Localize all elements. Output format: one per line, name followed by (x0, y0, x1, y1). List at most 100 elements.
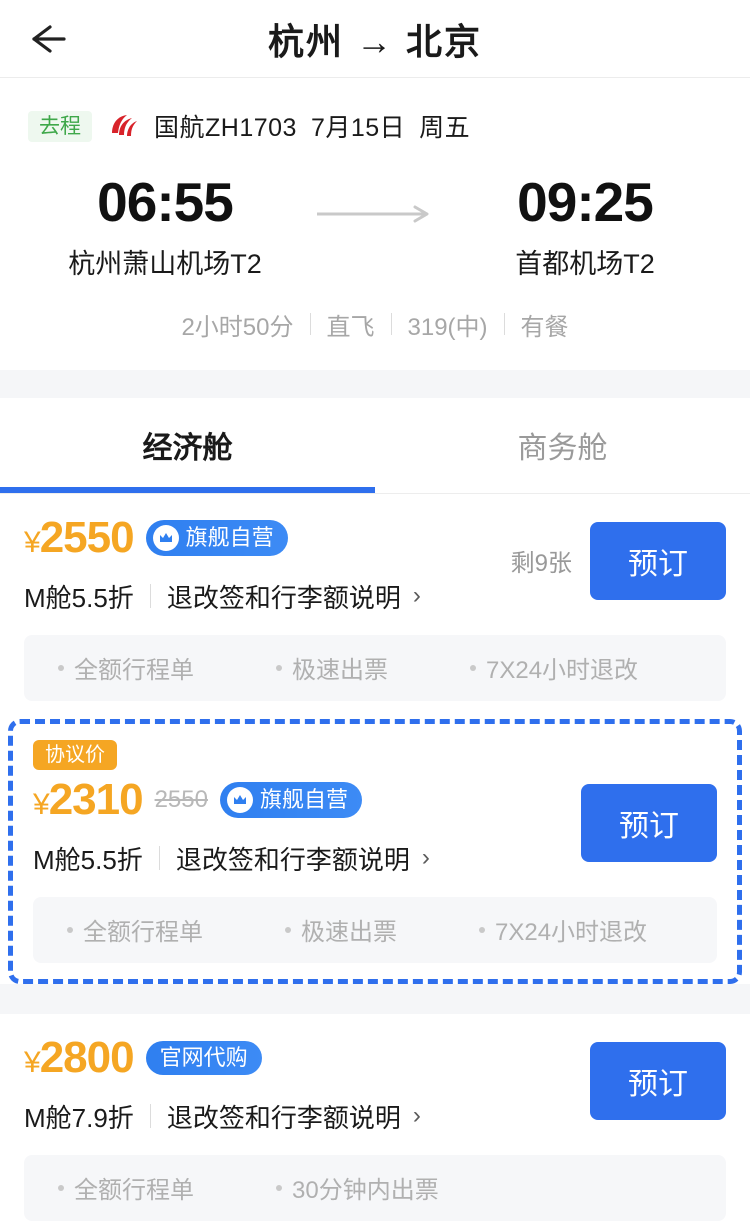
fare-top-row: ¥2310 2550 旗舰自营 M舱5.5折 退改签和行李额说明 › 预订 (33, 777, 717, 877)
perk-item: 极速出票 (250, 650, 388, 685)
price-row: ¥2550 旗舰自营 (24, 512, 511, 562)
perk-label: 7X24小时退改 (495, 919, 648, 947)
tab-economy[interactable]: 经济舱 (0, 398, 375, 493)
flight-meal: 有餐 (520, 313, 569, 341)
fare-perks: 全额行程单 极速出票 7X24小时退改 (24, 634, 726, 701)
air-china-logo-icon (106, 111, 140, 141)
perk-item: 全额行程单 (32, 650, 194, 685)
times-row: 06:55 杭州萧山机场T2 09:25 首都机场T2 (0, 171, 750, 281)
perk-item: 7X24小时退改 (453, 912, 647, 947)
book-button[interactable]: 预订 (590, 521, 726, 600)
bullet-icon (67, 926, 73, 933)
crown-icon (152, 524, 179, 551)
tab-active-indicator (0, 486, 375, 493)
fare-left: ¥2310 2550 旗舰自营 M舱5.5折 退改签和行李额说明 › (33, 777, 581, 877)
perk-item: 极速出票 (259, 912, 397, 947)
fare-price: ¥2800 (24, 1032, 135, 1082)
flight-meta-row: 去程 国航ZH1703 7月15日 周五 (0, 104, 750, 148)
arrival-time: 09:25 (517, 171, 654, 233)
fare-card[interactable]: ¥2800 官网代购 M舱7.9折 退改签和行李额说明 › 预订 全额行程单 3… (0, 1013, 750, 1231)
chevron-right-icon[interactable]: › (422, 844, 430, 872)
price-row: ¥2800 官网代购 (24, 1032, 590, 1082)
supplier-badge: 旗舰自营 (145, 519, 288, 556)
flight-info-section: 去程 国航ZH1703 7月15日 周五 06:55 杭州萧山机场T2 09:2… (0, 78, 750, 370)
sub-divider (158, 846, 160, 871)
fare-right: 预订 (590, 1036, 726, 1120)
fare-right: 预订 (581, 778, 717, 862)
cabin-discount: M舱5.5折 (33, 844, 143, 875)
seats-remaining: 剩9张 (510, 550, 572, 578)
fare-left: ¥2550 旗舰自营 M舱5.5折 退改签和行李额说明 › (24, 512, 511, 615)
section-divider (0, 983, 750, 1014)
perk-label: 全额行程单 (74, 657, 194, 685)
fare-card[interactable]: ¥2550 旗舰自营 M舱5.5折 退改签和行李额说明 › 剩9张 预订 全额行… (0, 493, 750, 719)
supplier-badge-label: 旗舰自营 (185, 524, 274, 550)
price-value: 2800 (39, 1032, 135, 1082)
bullet-icon (58, 1184, 64, 1191)
perk-label: 30分钟内出票 (292, 1177, 439, 1205)
sub-divider (149, 1104, 151, 1129)
fare-perks: 全额行程单 极速出票 7X24小时退改 (33, 896, 717, 963)
attr-divider (390, 313, 392, 336)
fare-top-row: ¥2550 旗舰自营 M舱5.5折 退改签和行李额说明 › 剩9张 预订 (24, 512, 726, 615)
departure-time: 06:55 (97, 171, 234, 233)
departure-airport: 杭州萧山机场T2 (68, 248, 262, 279)
fare-right: 剩9张 预订 (511, 516, 726, 600)
supplier-badge: 官网代购 (145, 1040, 262, 1075)
agreement-price-tag: 协议价 (33, 739, 117, 770)
fare-sub-row: M舱7.9折 退改签和行李额说明 › (24, 1098, 590, 1135)
departure-block: 06:55 杭州萧山机场T2 (30, 171, 300, 281)
supplier-badge: 旗舰自营 (219, 781, 362, 818)
flight-number: 国航ZH1703 (154, 114, 297, 142)
price-row: ¥2310 2550 旗舰自营 (33, 777, 581, 822)
cabin-class-tabs: 经济舱 商务舱 (0, 397, 750, 494)
fare-card-highlighted[interactable]: 协议价 ¥2310 2550 旗舰自营 M舱5.5折 退改签和行李额说明 › 预… (8, 718, 742, 984)
fare-price: ¥2550 (24, 512, 135, 562)
attr-divider (503, 313, 505, 336)
flight-date: 7月15日 (310, 114, 406, 142)
flight-duration: 2小时50分 (181, 313, 294, 341)
back-button[interactable] (0, 0, 96, 78)
sub-divider (149, 584, 151, 609)
fare-perks: 全额行程单 30分钟内出票 (24, 1154, 726, 1221)
section-divider (0, 369, 750, 398)
flight-aircraft: 319(中) (407, 313, 488, 341)
refund-policy-link[interactable]: 退改签和行李额说明 (167, 1098, 401, 1135)
bullet-icon (276, 664, 282, 671)
currency-symbol: ¥ (33, 787, 50, 821)
book-button[interactable]: 预订 (590, 1041, 726, 1120)
supplier-badge-label: 旗舰自营 (259, 786, 348, 812)
bullet-icon (276, 1184, 282, 1191)
arrival-block: 09:25 首都机场T2 (450, 171, 720, 281)
perk-label: 极速出票 (292, 657, 388, 685)
fare-price: ¥2310 (33, 777, 144, 822)
chevron-right-icon[interactable]: › (413, 1102, 421, 1130)
bullet-icon (479, 926, 485, 933)
perk-item: 全额行程单 (32, 1170, 194, 1205)
perk-item: 7X24小时退改 (444, 650, 638, 685)
price-value: 2550 (39, 512, 135, 562)
trip-direction-badge: 去程 (28, 110, 92, 142)
perk-label: 全额行程单 (83, 919, 203, 947)
flight-weekday: 周五 (419, 114, 471, 142)
crown-icon (226, 786, 253, 813)
back-arrow-icon (26, 19, 70, 59)
original-price: 2550 (154, 785, 208, 813)
fare-left: ¥2800 官网代购 M舱7.9折 退改签和行李额说明 › (24, 1032, 590, 1135)
fare-sub-row: M舱5.5折 退改签和行李额说明 › (24, 578, 511, 615)
chevron-right-icon[interactable]: › (413, 582, 421, 610)
perk-label: 极速出票 (301, 919, 397, 947)
perk-label: 全额行程单 (74, 1177, 194, 1205)
cabin-discount: M舱5.5折 (24, 582, 134, 613)
bullet-icon (285, 926, 291, 933)
flight-detail-page: 杭州 → 北京 去程 国航ZH1703 7月15日 周五 06:55 杭州萧山机场T… (0, 0, 750, 1231)
refund-policy-link[interactable]: 退改签和行李额说明 (167, 578, 401, 615)
perk-item: 30分钟内出票 (250, 1170, 439, 1205)
refund-policy-link[interactable]: 退改签和行李额说明 (176, 840, 410, 877)
currency-symbol: ¥ (24, 1045, 41, 1079)
book-button[interactable]: 预订 (581, 783, 717, 862)
flight-stops: 直飞 (326, 313, 375, 341)
arrow-right-icon (300, 174, 450, 224)
tab-business[interactable]: 商务舱 (375, 398, 750, 493)
fare-sub-row: M舱5.5折 退改签和行李额说明 › (33, 840, 581, 877)
